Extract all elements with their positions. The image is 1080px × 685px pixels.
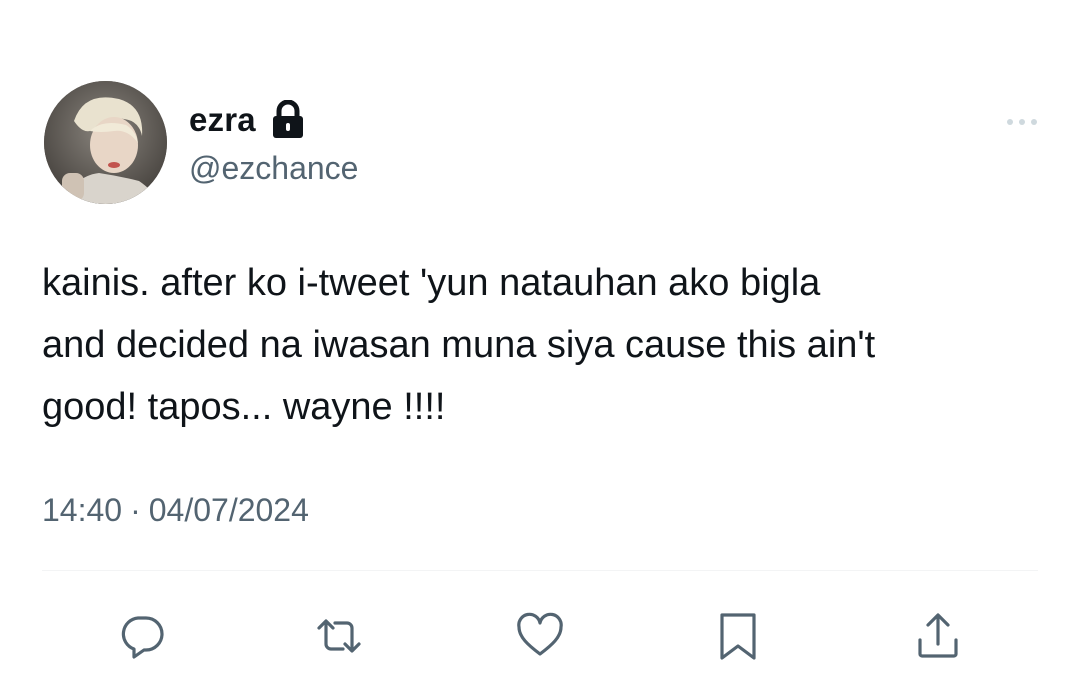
divider (42, 570, 1038, 571)
bookmark-button[interactable] (710, 608, 766, 664)
tweet-date: 04/07/2024 (148, 492, 309, 528)
tweet-text: kainis. after ko i-tweet 'yun natauhan a… (42, 262, 876, 428)
avatar-photo (44, 81, 167, 204)
bookmark-icon (720, 613, 756, 660)
display-name-row: ezra (189, 98, 306, 142)
share-button[interactable] (910, 608, 966, 664)
heart-icon (517, 612, 563, 656)
share-icon (918, 613, 958, 658)
retweet-button[interactable] (311, 608, 367, 664)
avatar[interactable] (44, 81, 167, 204)
tweet-time: 14:40 (42, 492, 123, 528)
retweet-icon (317, 619, 361, 653)
action-bar (0, 608, 1080, 668)
tweet-card[interactable]: ezra @ezchance kainis. after ko i-tweet … (0, 0, 1080, 685)
display-name[interactable]: ezra (189, 101, 256, 139)
handle[interactable]: @ezchance (189, 150, 358, 187)
reply-button[interactable] (114, 608, 170, 664)
tweet-timestamp[interactable]: 14:40 · 04/07/2024 (42, 492, 309, 529)
more-horizontal-icon[interactable] (1002, 110, 1042, 134)
reply-icon (121, 616, 164, 659)
timestamp-separator: · (130, 492, 141, 528)
like-button[interactable] (512, 608, 568, 664)
lock-icon (270, 99, 306, 140)
